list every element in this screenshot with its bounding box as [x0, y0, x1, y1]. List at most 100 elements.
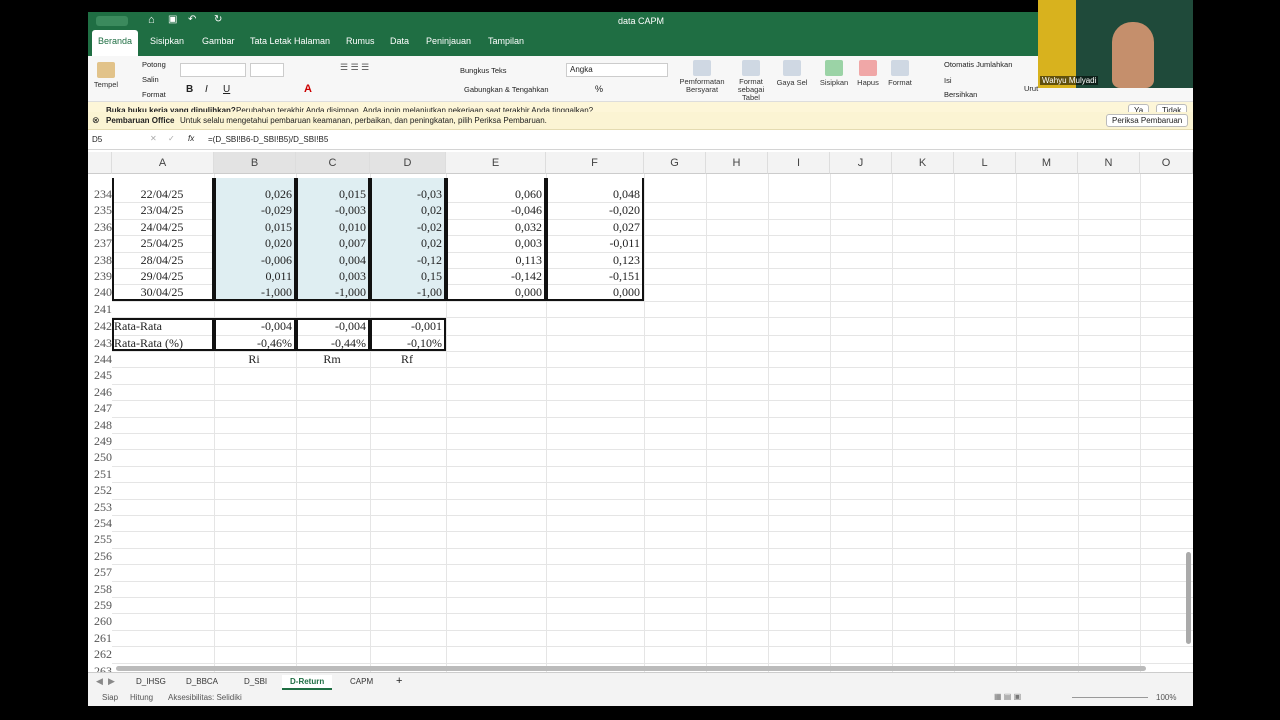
column-header-j[interactable]: J: [830, 152, 892, 174]
autosum-button[interactable]: Otomatis Jumlahkan: [944, 60, 1012, 69]
row-header[interactable]: 246: [88, 383, 112, 400]
cell-b244[interactable]: Ri: [216, 351, 292, 367]
column-header-b[interactable]: B: [214, 152, 296, 174]
vertical-scrollbar[interactable]: [1186, 552, 1191, 644]
underline-button[interactable]: U: [223, 84, 230, 95]
add-sheet-icon[interactable]: +: [396, 675, 402, 687]
select-all-corner[interactable]: [88, 152, 112, 174]
format-table-button[interactable]: Format sebagai Tabel: [728, 60, 774, 102]
format-painter-button[interactable]: Format: [142, 90, 166, 99]
number-format-select[interactable]: Angka: [566, 63, 668, 77]
row-header[interactable]: 236: [88, 218, 112, 235]
row-header[interactable]: 238: [88, 251, 112, 268]
sheet-tab-sbi[interactable]: D_SBI: [236, 675, 275, 688]
row-header[interactable]: 252: [88, 482, 112, 499]
accessibility-status[interactable]: Aksesibilitas: Selidiki: [168, 693, 242, 702]
column-header-l[interactable]: L: [954, 152, 1016, 174]
row-header[interactable]: 254: [88, 515, 112, 531]
row-header[interactable]: 248: [88, 416, 112, 433]
column-header-a[interactable]: A: [112, 152, 214, 174]
prev-sheet-icon[interactable]: ◀: [96, 676, 103, 687]
zoom-slider[interactable]: [1072, 697, 1148, 698]
column-header-i[interactable]: I: [768, 152, 830, 174]
clear-button[interactable]: Bersihkan: [944, 90, 977, 99]
row-header[interactable]: 256: [88, 547, 112, 564]
sort-button[interactable]: Urut: [1024, 84, 1038, 93]
traffic-lights[interactable]: [96, 16, 128, 26]
check-updates-button[interactable]: Periksa Pembaruan: [1106, 114, 1189, 127]
font-color-icon[interactable]: A: [304, 83, 312, 95]
row-header[interactable]: 250: [88, 449, 112, 466]
row-header[interactable]: 247: [88, 400, 112, 417]
paste-button[interactable]: Tempel: [92, 62, 120, 89]
bold-button[interactable]: B: [186, 84, 193, 95]
row-header[interactable]: 260: [88, 613, 112, 630]
italic-button[interactable]: I: [205, 84, 208, 95]
row-header[interactable]: 242: [88, 318, 112, 335]
cancel-icon[interactable]: ✕: [150, 134, 157, 143]
sheet-tab-capm[interactable]: CAPM: [342, 675, 381, 688]
conditional-format-button[interactable]: Pemformatan Bersyarat: [678, 60, 726, 94]
row-header[interactable]: 234: [88, 186, 112, 202]
row-header[interactable]: 251: [88, 465, 112, 482]
tab-tata-letak[interactable]: Tata Letak Halaman: [250, 36, 330, 46]
horizontal-scrollbar[interactable]: [116, 666, 1146, 671]
fill-button[interactable]: Isi: [944, 76, 952, 85]
redo-icon[interactable]: ↻: [214, 14, 222, 25]
row-header[interactable]: 257: [88, 564, 112, 581]
next-sheet-icon[interactable]: ▶: [108, 676, 115, 687]
row-header[interactable]: 245: [88, 367, 112, 384]
status-calc[interactable]: Hitung: [130, 693, 153, 702]
column-header-d[interactable]: D: [370, 152, 446, 174]
row-header[interactable]: 259: [88, 597, 112, 613]
sheet-tab-bbca[interactable]: D_BBCA: [178, 675, 226, 688]
row-header[interactable]: 237: [88, 235, 112, 252]
sheet-tab-return[interactable]: D-Return: [282, 675, 333, 690]
row-header[interactable]: 241: [88, 300, 112, 317]
tab-rumus[interactable]: Rumus: [346, 36, 375, 46]
cell-c244[interactable]: Rm: [298, 351, 366, 367]
delete-cells-button[interactable]: Hapus: [854, 60, 882, 87]
insert-cells-button[interactable]: Sisipkan: [816, 60, 852, 87]
tab-sisipkan[interactable]: Sisipkan: [150, 36, 184, 46]
column-header-k[interactable]: K: [892, 152, 954, 174]
tab-peninjauan[interactable]: Peninjauan: [426, 36, 471, 46]
row-header[interactable]: 253: [88, 498, 112, 515]
tab-tampilan[interactable]: Tampilan: [488, 36, 524, 46]
font-size-select[interactable]: [250, 63, 284, 77]
tab-data[interactable]: Data: [390, 36, 409, 46]
save-icon[interactable]: ▣: [168, 14, 177, 25]
row-header[interactable]: 243: [88, 334, 112, 351]
home-icon[interactable]: ⌂: [148, 14, 155, 26]
column-header-e[interactable]: E: [446, 152, 546, 174]
column-header-c[interactable]: C: [296, 152, 370, 174]
column-header-n[interactable]: N: [1078, 152, 1140, 174]
row-header[interactable]: 239: [88, 268, 112, 284]
format-cells-button[interactable]: Format: [886, 60, 914, 87]
wrap-text-button[interactable]: Bungkus Teks: [460, 66, 507, 75]
copy-button[interactable]: Salin: [142, 75, 159, 84]
cell-style-button[interactable]: Gaya Sel: [776, 60, 808, 87]
row-header[interactable]: 261: [88, 629, 112, 646]
row-header[interactable]: 258: [88, 580, 112, 597]
row-header[interactable]: 249: [88, 433, 112, 449]
tab-gambar[interactable]: Gambar: [202, 36, 235, 46]
row-header[interactable]: 262: [88, 646, 112, 663]
tab-beranda[interactable]: Beranda: [92, 30, 139, 56]
align-icons[interactable]: ☰ ☰ ☰: [340, 62, 369, 73]
undo-icon[interactable]: ↶: [188, 14, 196, 25]
formula-input[interactable]: =(D_SBI!B6-D_SBI!B5)/D_SBI!B5: [208, 135, 328, 144]
function-icon[interactable]: fx: [188, 134, 194, 143]
column-header-g[interactable]: G: [644, 152, 706, 174]
cell-d244[interactable]: Rf: [372, 351, 442, 367]
row-header[interactable]: 240: [88, 284, 112, 301]
row-header[interactable]: 235: [88, 202, 112, 219]
row-header[interactable]: 255: [88, 531, 112, 548]
cut-button[interactable]: Potong: [142, 60, 166, 69]
column-header-o[interactable]: O: [1140, 152, 1193, 174]
view-icons[interactable]: ▦ ▤ ▣: [994, 692, 1021, 701]
row-header[interactable]: 244: [88, 351, 112, 367]
name-box[interactable]: D5: [92, 135, 140, 144]
merge-center-button[interactable]: Gabungkan & Tengahkan: [464, 85, 549, 94]
sheet-tab-ihsg[interactable]: D_IHSG: [128, 675, 174, 688]
